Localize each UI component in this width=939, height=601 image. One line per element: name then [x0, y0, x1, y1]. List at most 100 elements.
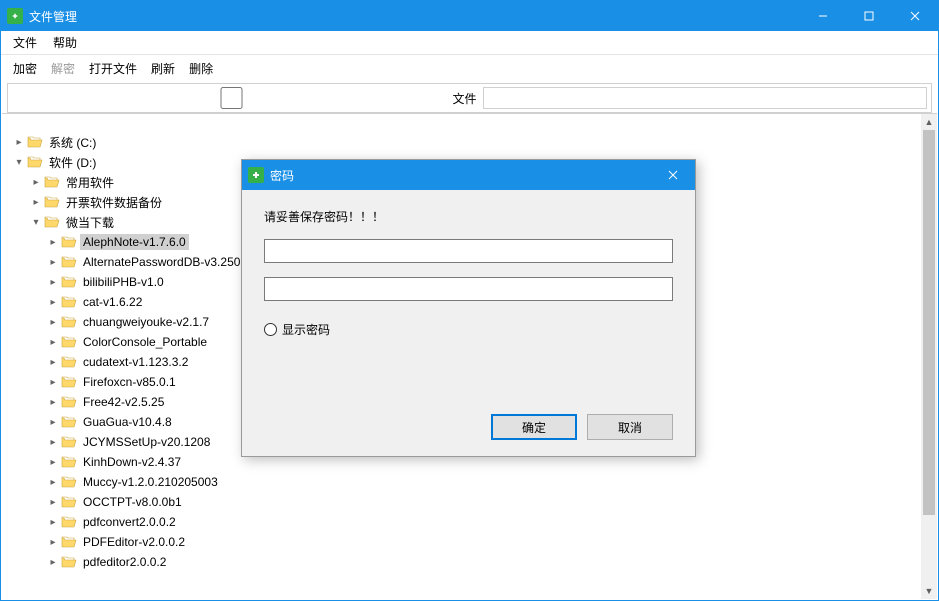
tree-item[interactable]: ▸ pdfconvert2.0.0.2 [12, 512, 911, 532]
tree-item-label: 开票软件数据备份 [63, 193, 165, 212]
scroll-up-icon[interactable]: ▲ [921, 114, 937, 130]
folder-icon [44, 215, 60, 229]
dialog-titlebar: 密码 [242, 160, 695, 190]
tree-drive-c[interactable]: ▸ 系统 (C:) [12, 132, 911, 152]
tree-twisty-icon[interactable]: ▸ [46, 357, 60, 368]
dialog-close-button[interactable] [651, 160, 695, 190]
tree-twisty-icon[interactable]: ▸ [46, 457, 60, 468]
tree-item-label: 微当下载 [63, 213, 117, 232]
tree-twisty-icon[interactable]: ▸ [46, 517, 60, 528]
folder-icon [27, 135, 43, 149]
folder-icon [61, 375, 77, 389]
menubar: 文件 帮助 [1, 31, 938, 55]
show-password-label: 显示密码 [282, 321, 330, 338]
tree-twisty-icon[interactable]: ▸ [46, 557, 60, 568]
tree-twisty-icon[interactable]: ▸ [46, 317, 60, 328]
folder-icon [61, 335, 77, 349]
folder-icon [61, 275, 77, 289]
scrollbar-track[interactable] [921, 130, 937, 583]
folder-icon [44, 175, 60, 189]
vertical-scrollbar[interactable]: ▲ ▼ [921, 114, 937, 599]
tree-item-label: AlternatePasswordDB-v3.250 [80, 254, 243, 270]
tree-twisty-icon[interactable]: ▸ [46, 497, 60, 508]
show-password-row[interactable]: 显示密码 [264, 321, 673, 338]
app-title: 文件管理 [29, 8, 800, 25]
dialog-buttons: 确定 取消 [491, 414, 673, 440]
folder-icon [61, 395, 77, 409]
tree-twisty-icon[interactable]: ▸ [29, 197, 43, 208]
file-path-input[interactable] [483, 87, 928, 109]
tree-twisty-icon[interactable]: ▸ [46, 377, 60, 388]
tree-item[interactable]: ▸ Muccy-v1.2.0.210205003 [12, 472, 911, 492]
tree-item-label: bilibiliPHB-v1.0 [80, 274, 167, 290]
folder-icon [61, 255, 77, 269]
tree-twisty-icon[interactable]: ▸ [46, 397, 60, 408]
tree-item-label: cudatext-v1.123.3.2 [80, 354, 191, 370]
tree-item-label: JCYMSSetUp-v20.1208 [80, 434, 213, 450]
dialog-icon [248, 167, 264, 183]
close-button[interactable] [892, 1, 938, 31]
scrollbar-thumb[interactable] [923, 130, 935, 515]
tree-item[interactable]: ▸OCCTPT-v8.0.0b1 [12, 492, 911, 512]
titlebar: 文件管理 [1, 1, 938, 31]
toolbar-decrypt: 解密 [45, 58, 81, 79]
minimize-button[interactable] [800, 1, 846, 31]
tree-twisty-icon[interactable]: ▸ [46, 257, 60, 268]
tree-item-label: pdfeditor2.0.0.2 [80, 554, 169, 570]
scroll-down-icon[interactable]: ▼ [921, 583, 937, 599]
tree-twisty-icon[interactable]: ▾ [29, 217, 43, 228]
tree-item-label: cat-v1.6.22 [80, 294, 145, 310]
folder-icon [61, 315, 77, 329]
tree-twisty-icon[interactable]: ▸ [46, 297, 60, 308]
folder-icon [61, 415, 77, 429]
file-field-row: 文件 [7, 83, 932, 113]
toolbar-delete[interactable]: 删除 [183, 58, 219, 79]
tree-item-label: GuaGua-v10.4.8 [80, 414, 175, 430]
tree-twisty-icon[interactable]: ▸ [12, 137, 26, 148]
folder-icon [61, 555, 77, 569]
folder-icon [44, 195, 60, 209]
tree-twisty-icon[interactable]: ▸ [46, 477, 60, 488]
tree-item-label: chuangweiyouke-v2.1.7 [80, 314, 212, 330]
tree-twisty-icon[interactable]: ▸ [46, 237, 60, 248]
tree-item[interactable]: ▸ PDFEditor-v2.0.0.2 [12, 532, 911, 552]
folder-icon [61, 355, 77, 369]
folder-icon [61, 235, 77, 249]
show-password-radio[interactable] [264, 323, 277, 336]
toolbar: 加密 解密 打开文件 刷新 删除 [1, 55, 938, 81]
tree-item-label: KinhDown-v2.4.37 [80, 454, 184, 470]
tree-twisty-icon[interactable]: ▸ [46, 337, 60, 348]
tree-item-label: Muccy-v1.2.0.210205003 [80, 474, 221, 490]
folder-icon [61, 435, 77, 449]
tree-twisty-icon[interactable]: ▸ [46, 417, 60, 428]
dialog-title: 密码 [270, 167, 651, 184]
tree-item-label: PDFEditor-v2.0.0.2 [80, 534, 188, 550]
toolbar-open-file[interactable]: 打开文件 [83, 58, 143, 79]
tree-twisty-icon[interactable]: ▸ [46, 537, 60, 548]
password-input-1[interactable] [264, 239, 673, 263]
tree-twisty-icon[interactable]: ▸ [29, 177, 43, 188]
tree-item-label: 系统 (C:) [46, 133, 99, 152]
tree-item-label: pdfconvert2.0.0.2 [80, 514, 179, 530]
tree-twisty-icon[interactable]: ▸ [46, 277, 60, 288]
tree-twisty-icon[interactable]: ▾ [12, 157, 26, 168]
ok-button[interactable]: 确定 [491, 414, 577, 440]
folder-icon [61, 295, 77, 309]
tree-item[interactable]: ▸ pdfeditor2.0.0.2 [12, 552, 911, 572]
maximize-button[interactable] [846, 1, 892, 31]
menu-file[interactable]: 文件 [5, 32, 45, 53]
folder-icon [61, 535, 77, 549]
tree-twisty-icon[interactable]: ▸ [46, 437, 60, 448]
tree-item-label: Firefoxcn-v85.0.1 [80, 374, 179, 390]
file-checkbox[interactable] [14, 87, 449, 109]
toolbar-refresh[interactable]: 刷新 [145, 58, 181, 79]
folder-icon [61, 455, 77, 469]
cancel-button[interactable]: 取消 [587, 414, 673, 440]
tree-item-label: Free42-v2.5.25 [80, 394, 167, 410]
menu-help[interactable]: 帮助 [45, 32, 85, 53]
tree-item-label: AlephNote-v1.7.6.0 [80, 234, 189, 250]
password-input-2[interactable] [264, 277, 673, 301]
toolbar-encrypt[interactable]: 加密 [7, 58, 43, 79]
password-dialog: 密码 请妥善保存密码！！！ 显示密码 确定 取消 [241, 159, 696, 457]
app-icon [7, 8, 23, 24]
